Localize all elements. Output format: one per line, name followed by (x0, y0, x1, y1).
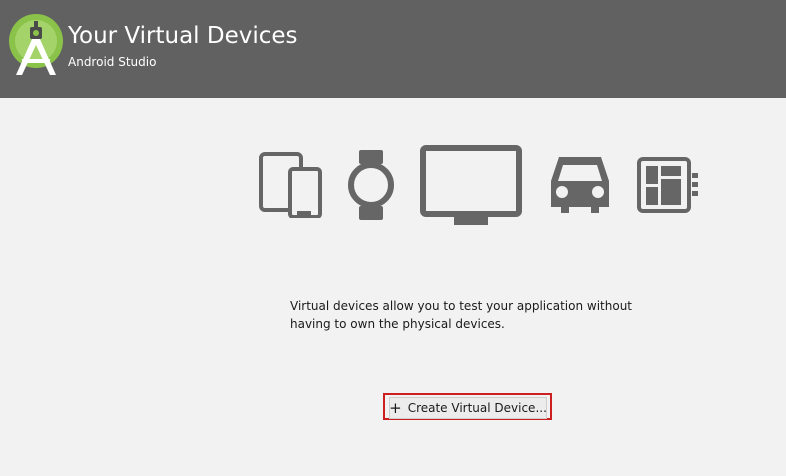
phone-tablet-icon (259, 152, 322, 218)
android-studio-logo (9, 14, 63, 75)
android-things-icon (637, 157, 698, 213)
car-icon (551, 157, 609, 213)
page-title: Your Virtual Devices (68, 23, 298, 49)
watch-icon (348, 150, 394, 220)
plus-icon: + (389, 398, 402, 417)
tv-icon (420, 145, 522, 225)
header: Your Virtual Devices Android Studio (0, 0, 786, 98)
page-subtitle: Android Studio (68, 55, 157, 69)
description-text: Virtual devices allow you to test your a… (290, 299, 632, 331)
create-virtual-device-button[interactable]: + Create Virtual Device... (389, 397, 547, 419)
create-virtual-device-label: Create Virtual Device... (407, 401, 547, 415)
